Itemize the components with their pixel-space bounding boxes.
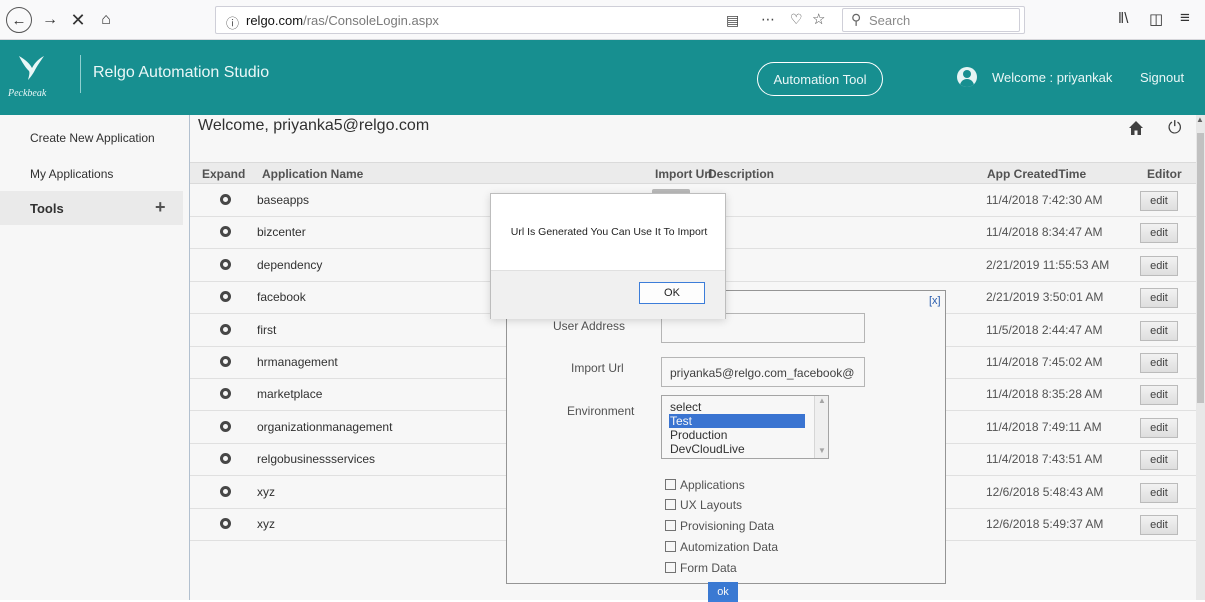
user-avatar-icon [957, 67, 977, 87]
logo-text: Peckbeak [8, 88, 47, 99]
pocket-icon[interactable]: ♡ [790, 11, 803, 28]
welcome-user-text: Welcome : priyankak [992, 70, 1113, 85]
back-icon[interactable]: ← [6, 7, 32, 33]
alert-dialog: Url Is Generated You Can Use It To Impor… [490, 193, 726, 319]
modal-overlay [0, 115, 1205, 600]
browser-toolbar: ← → ✕ ⌂ ⓘ relgo.com/ras/ConsoleLogin.asp… [0, 0, 1205, 40]
menu-icon[interactable]: ≡ [1180, 8, 1190, 28]
forward-icon[interactable]: → [38, 8, 62, 32]
alert-footer: OK [491, 270, 725, 319]
url-text: relgo.com/ras/ConsoleLogin.aspx [246, 13, 439, 28]
library-icon[interactable]: ‖\ [1118, 10, 1128, 27]
header-divider [80, 55, 81, 93]
alert-ok-button[interactable]: OK [639, 282, 705, 304]
signout-link[interactable]: Signout [1140, 70, 1184, 85]
info-icon[interactable]: ⓘ [226, 13, 239, 32]
url-bar[interactable]: ⓘ relgo.com/ras/ConsoleLogin.aspx ▤ ⋯ ♡ … [215, 6, 1025, 34]
automation-tool-button[interactable]: Automation Tool [757, 62, 883, 96]
home-browser-icon[interactable]: ⌂ [94, 8, 118, 32]
bird-logo-icon [19, 56, 44, 80]
app-title: Relgo Automation Studio [93, 64, 270, 81]
logo[interactable]: Peckbeak [8, 50, 78, 108]
search-placeholder: Search [869, 13, 911, 28]
bookmark-star-icon[interactable]: ☆ [812, 10, 825, 28]
sidebar-toggle-icon[interactable]: ◫ [1149, 10, 1163, 28]
browser-search-input[interactable]: ⚲ Search [842, 8, 1020, 32]
alert-message: Url Is Generated You Can Use It To Impor… [510, 226, 708, 238]
app-header: Peckbeak Relgo Automation Studio Automat… [0, 40, 1205, 115]
reader-view-icon[interactable]: ▤ [726, 12, 739, 29]
stop-icon[interactable]: ✕ [66, 8, 90, 32]
search-icon: ⚲ [851, 11, 862, 27]
more-actions-icon[interactable]: ⋯ [761, 11, 776, 28]
